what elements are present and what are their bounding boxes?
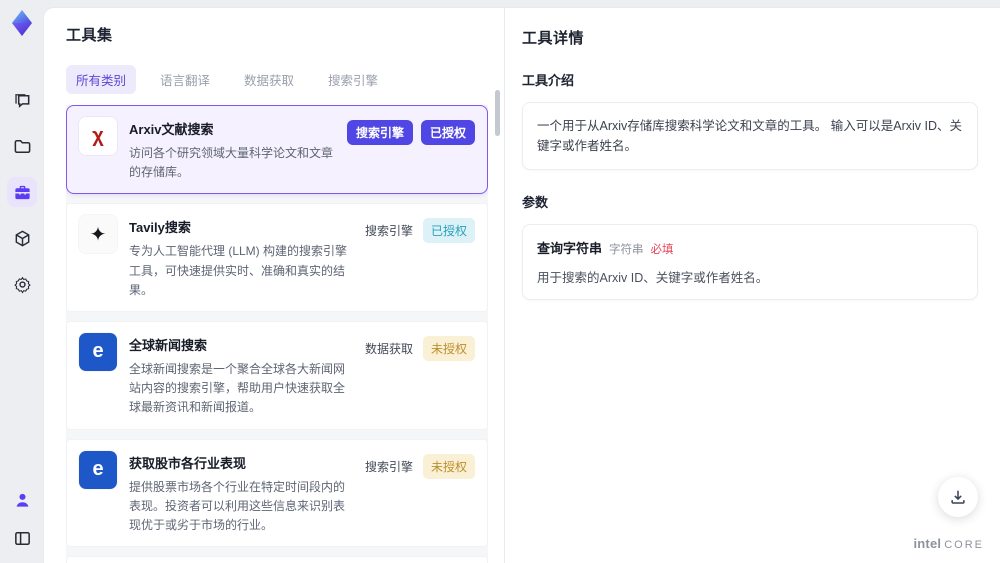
param-required-badge: 必填 (650, 244, 674, 256)
download-arrow (954, 490, 962, 501)
app-logo-icon[interactable] (6, 7, 38, 39)
tool-name: 获取股市各行业表现 (129, 455, 247, 471)
tool-detail-pane: 工具详情 工具介绍 一个用于从Arxiv存储库搜索科学论文和文章的工具。 输入可… (505, 8, 1000, 563)
intel-core-logo: intel CORE (913, 536, 984, 551)
intro-heading: 工具介绍 (522, 73, 575, 88)
category-tab[interactable]: 数据获取 (234, 65, 304, 94)
tool-description: 全球新闻搜索是一个聚合全球各大新闻网站内容的搜索引擎，帮助用户快速获取全球最新资… (129, 361, 346, 415)
tool-description: 专为人工智能代理 (LLM) 构建的搜索引擎工具，可快速提供实时、准确和真实的结… (129, 244, 348, 297)
tool-card[interactable]: e 获取市场最活跃股票信息 提供当天交易量最高的股票列表，投资者可以利用这些信息… (66, 556, 488, 563)
intel-logo-text: intel (913, 536, 942, 551)
intro-text: 一个用于从Arxiv存储库搜索科学论文和文章的工具。 输入可以是Arxiv ID… (537, 119, 963, 153)
tool-card[interactable]: χ Arxiv文献搜索 访问各个研究领域大量科学论文和文章的存储库。 搜索引擎 … (66, 105, 488, 195)
tool-auth-status-badge: 未授权 (422, 453, 475, 479)
app-window: 工具集 所有类别 语言翻译 数据获取 搜索引擎 χ Arxiv文献搜索 访问各个研究领… (0, 0, 1000, 563)
arxiv-logo-icon: χ (79, 117, 117, 155)
intro-box: 一个用于从Arxiv存储库搜索科学论文和文章的工具。 输入可以是Arxiv ID… (522, 102, 978, 170)
tool-list-pane: 工具集 所有类别 语言翻译 数据获取 搜索引擎 χ Arxiv文献搜索 访问各个研究领… (44, 8, 505, 563)
param-description: 用于搜索的Arxiv ID、关键字或作者姓名。 (537, 271, 769, 285)
tool-card[interactable]: e 获取股市各行业表现 提供股票市场各个行业在特定时间段内的表现。投资者可以利用… (66, 438, 488, 548)
tool-description: 访问各个研究领域大量科学论文和文章的存储库。 (129, 146, 334, 180)
tool-card[interactable]: e 全球新闻搜索 全球新闻搜索是一个聚合全球各大新闻网站内容的搜索引擎，帮助用户… (66, 320, 488, 430)
tool-name: 全球新闻搜索 (129, 337, 208, 353)
chat-icon[interactable] (7, 85, 37, 115)
toolbox-icon[interactable] (7, 177, 37, 207)
tavily-logo-icon: ✦ (79, 215, 117, 254)
global-news-logo-icon: e (79, 332, 117, 371)
category-tab[interactable]: 搜索引擎 (318, 65, 388, 94)
category-tabs: 所有类别 语言翻译 数据获取 搜索引擎 (66, 65, 504, 94)
download-button[interactable] (938, 477, 978, 517)
param-type: 字符串 (609, 244, 644, 256)
tool-category-tag: 数据获取 (364, 341, 413, 356)
rail-bottom (7, 485, 37, 553)
collapse-panel-icon[interactable] (7, 523, 37, 553)
tool-name: Arxiv文献搜索 (129, 122, 214, 137)
tool-category-tag: 搜索引擎 (364, 224, 413, 239)
tool-name: Tavily搜索 (129, 220, 191, 236)
stock-sector-logo-icon: e (79, 450, 117, 489)
category-tab[interactable]: 所有类别 (66, 65, 137, 94)
tool-list: χ Arxiv文献搜索 访问各个研究领域大量科学论文和文章的存储库。 搜索引擎 … (66, 105, 488, 563)
tool-auth-status-badge: 未授权 (422, 335, 475, 361)
settings-gear-icon[interactable] (7, 269, 37, 299)
user-profile-icon[interactable] (7, 485, 37, 515)
scrollbar-thumb[interactable] (495, 90, 500, 136)
tool-auth-status-badge: 已授权 (420, 120, 475, 145)
param-box: 查询字符串 字符串 必填 用于搜索的Arxiv ID、关键字或作者姓名。 (522, 224, 978, 300)
page-title: 工具集 (66, 27, 113, 44)
left-icon-rail (0, 0, 44, 563)
core-logo-text: CORE (944, 539, 984, 551)
folder-icon[interactable] (7, 131, 37, 161)
category-tab[interactable]: 语言翻译 (150, 65, 220, 94)
rail-nav (7, 85, 37, 299)
tool-description: 提供股票市场各个行业在特定时间段内的表现。投资者可以利用这些信息来识别表现优于或… (129, 479, 346, 532)
main-panel: 工具集 所有类别 语言翻译 数据获取 搜索引擎 χ Arxiv文献搜索 访问各个研究领… (44, 8, 1000, 563)
tool-card[interactable]: ✦ Tavily搜索 专为人工智能代理 (LLM) 构建的搜索引擎工具，可快速提… (66, 203, 488, 312)
tool-category-tag: 搜索引擎 (364, 459, 413, 474)
tool-category-tag: 搜索引擎 (346, 120, 413, 145)
params-heading: 参数 (522, 195, 549, 210)
param-name: 查询字符串 (537, 241, 603, 256)
list-scrollbar[interactable] (495, 90, 500, 557)
tool-auth-status-badge: 已授权 (422, 218, 475, 244)
param-head: 查询字符串 字符串 必填 (537, 238, 963, 257)
detail-title: 工具详情 (522, 30, 585, 47)
package-icon[interactable] (7, 223, 37, 253)
